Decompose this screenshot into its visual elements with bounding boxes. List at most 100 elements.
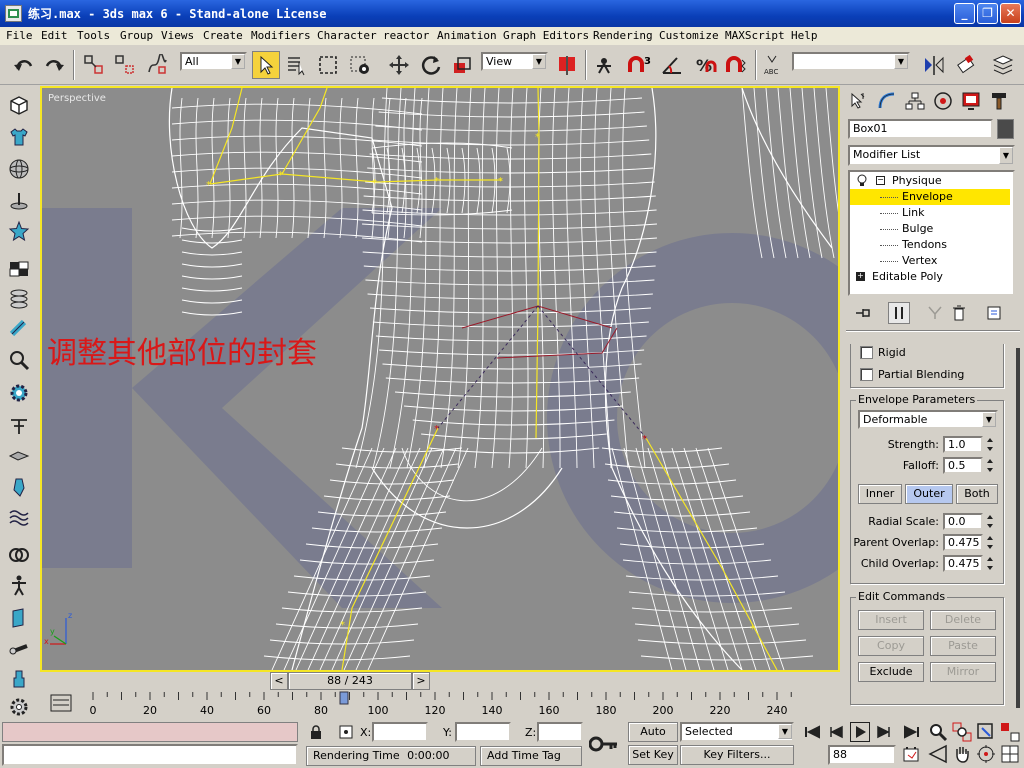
mirror-button[interactable] bbox=[920, 51, 948, 79]
trackbar[interactable]: 0 20 40 60 80 100 120 140 160 180 200 220 240 bbox=[40, 690, 840, 720]
maximize-button[interactable]: ❐ bbox=[977, 3, 998, 24]
tab-utilities[interactable] bbox=[986, 88, 1012, 114]
create-cylinder-button[interactable] bbox=[6, 316, 32, 342]
create-gear-button[interactable] bbox=[6, 380, 32, 406]
make-unique-button[interactable] bbox=[924, 302, 946, 324]
menu-modifiers[interactable]: Modifiers bbox=[251, 29, 311, 42]
object-color-swatch[interactable] bbox=[997, 119, 1014, 139]
remove-modifier-button[interactable] bbox=[948, 302, 970, 324]
paste-button[interactable]: Paste bbox=[930, 636, 996, 656]
play-button[interactable] bbox=[850, 722, 870, 742]
go-to-end-button[interactable] bbox=[902, 724, 922, 740]
maxscript-listener-white[interactable] bbox=[2, 744, 298, 766]
time-slider-next-button[interactable]: > bbox=[412, 672, 430, 690]
create-helpers-button[interactable] bbox=[6, 218, 32, 244]
menu-customize[interactable]: Customize bbox=[659, 29, 719, 42]
configure-modifier-sets-button[interactable] bbox=[984, 302, 1006, 324]
edit-named-selections-button[interactable]: ABC bbox=[760, 51, 788, 79]
create-gear-settings-button[interactable] bbox=[6, 694, 32, 720]
create-wave-button[interactable] bbox=[6, 504, 32, 530]
create-objects-button[interactable] bbox=[6, 92, 32, 118]
redo-button[interactable] bbox=[40, 51, 68, 79]
perspective-viewport[interactable]: * * * * * * * * * * z x y Perspective 调整其他部位的封… bbox=[40, 86, 840, 672]
close-button[interactable]: ✕ bbox=[1000, 3, 1021, 24]
stack-item-editable-poly[interactable]: + Editable Poly bbox=[850, 269, 1010, 285]
panel-scrollbar[interactable] bbox=[1016, 348, 1020, 708]
undo-button[interactable] bbox=[10, 51, 38, 79]
create-space-warps-button[interactable] bbox=[6, 412, 32, 438]
set-key-mode-button[interactable] bbox=[586, 728, 622, 760]
stack-item-bulge[interactable]: Bulge bbox=[850, 221, 1010, 237]
create-biped-button[interactable] bbox=[6, 474, 32, 500]
maxscript-listener-pink[interactable] bbox=[2, 722, 298, 742]
tab-create[interactable] bbox=[846, 88, 872, 114]
menu-animation[interactable]: Animation bbox=[437, 29, 497, 42]
radial-scale-spinner-arrows[interactable] bbox=[985, 513, 995, 530]
copy-button[interactable]: Copy bbox=[858, 636, 924, 656]
stack-item-envelope[interactable]: Envelope bbox=[850, 189, 1010, 205]
zoom-extents-button[interactable] bbox=[976, 722, 998, 742]
next-frame-button[interactable] bbox=[874, 724, 894, 740]
select-and-link-button[interactable] bbox=[80, 51, 108, 79]
collapse-icon[interactable]: − bbox=[876, 176, 885, 185]
stack-item-tendons[interactable]: Tendons bbox=[850, 237, 1010, 253]
x-coord-field[interactable] bbox=[372, 722, 428, 742]
named-selection-set-dropdown[interactable]: ▼ bbox=[792, 52, 910, 71]
previous-frame-button[interactable] bbox=[826, 724, 846, 740]
current-frame-field[interactable]: 88 bbox=[828, 745, 896, 765]
angle-snap-button[interactable] bbox=[659, 51, 687, 79]
select-and-rotate-button[interactable] bbox=[417, 51, 445, 79]
falloff-spinner[interactable]: 0.5 bbox=[943, 457, 983, 474]
menu-rendering[interactable]: Rendering bbox=[593, 29, 653, 42]
create-panel-button[interactable] bbox=[6, 604, 32, 630]
outer-button[interactable]: Outer bbox=[905, 484, 953, 504]
insert-button[interactable]: Insert bbox=[858, 610, 924, 630]
select-and-manipulate-button[interactable] bbox=[590, 51, 618, 79]
radial-scale-spinner[interactable]: 0.0 bbox=[943, 513, 983, 530]
bind-to-space-warp-button[interactable] bbox=[143, 51, 171, 79]
time-slider-prev-button[interactable]: < bbox=[270, 672, 288, 690]
align-button[interactable] bbox=[952, 51, 980, 79]
z-coord-field[interactable] bbox=[537, 722, 583, 742]
go-to-start-button[interactable] bbox=[802, 724, 822, 740]
menu-character[interactable]: Character bbox=[317, 29, 377, 42]
tab-display[interactable] bbox=[958, 88, 984, 114]
key-filters-button[interactable]: Key Filters... bbox=[680, 745, 794, 765]
tab-modify[interactable] bbox=[874, 88, 900, 114]
menu-help[interactable]: Help bbox=[791, 29, 818, 42]
stack-item-physique[interactable]: − Physique bbox=[850, 173, 1010, 189]
zoom-extents-all-button[interactable] bbox=[1000, 722, 1022, 742]
create-systems-button[interactable] bbox=[6, 256, 32, 282]
arc-rotate-button[interactable] bbox=[976, 744, 998, 764]
select-by-name-button[interactable] bbox=[283, 51, 311, 79]
delete-button[interactable]: Delete bbox=[930, 610, 996, 630]
auto-key-button[interactable]: Auto Key bbox=[628, 722, 678, 756]
select-and-move-button[interactable] bbox=[385, 51, 413, 79]
field-of-view-button[interactable] bbox=[928, 744, 950, 764]
create-character-button[interactable] bbox=[6, 572, 32, 598]
create-figure-button[interactable] bbox=[6, 666, 32, 692]
object-name-field[interactable]: Box01 bbox=[848, 119, 993, 139]
pivot-center-button[interactable] bbox=[553, 51, 581, 79]
key-mode-dropdown[interactable]: Selected ▼ bbox=[680, 722, 794, 742]
tab-hierarchy[interactable] bbox=[902, 88, 928, 114]
create-lights-button[interactable] bbox=[6, 286, 32, 312]
exclude-button[interactable]: Exclude bbox=[858, 662, 924, 682]
viewport-label[interactable]: Perspective bbox=[48, 93, 106, 104]
lock-selection-button[interactable] bbox=[306, 722, 326, 742]
expand-icon[interactable]: + bbox=[856, 272, 865, 281]
menu-edit[interactable]: Edit bbox=[41, 29, 68, 42]
create-particles-button[interactable] bbox=[6, 188, 32, 214]
strength-spinner[interactable]: 1.0 bbox=[943, 436, 983, 453]
percent-snap-button[interactable]: % bbox=[691, 51, 719, 79]
window-crossing-button[interactable] bbox=[346, 51, 374, 79]
stack-item-link[interactable]: Link bbox=[850, 205, 1010, 221]
menu-maxscript[interactable]: MAXScript bbox=[725, 29, 785, 42]
pan-button[interactable] bbox=[952, 744, 974, 764]
create-knot-button[interactable] bbox=[6, 542, 32, 568]
falloff-spinner-arrows[interactable] bbox=[985, 457, 995, 474]
create-shapes-button[interactable] bbox=[6, 124, 32, 150]
modifier-stack[interactable]: − Physique Envelope Link Bulge Tendons V… bbox=[848, 170, 1015, 296]
app-icon[interactable] bbox=[5, 5, 22, 22]
show-end-result-button[interactable] bbox=[888, 302, 910, 324]
